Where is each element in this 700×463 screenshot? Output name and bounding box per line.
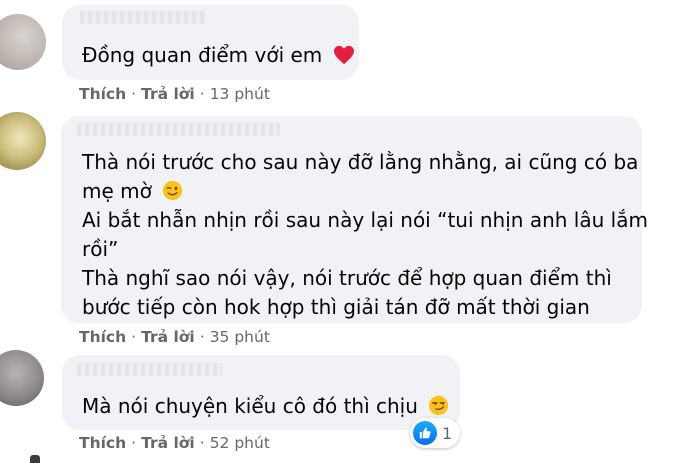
reply-link[interactable]: Trả lời: [141, 328, 195, 346]
comment-text: Đồng quan điểm với em: [82, 41, 355, 73]
next-commenter-avatar[interactable]: [30, 455, 40, 463]
comment-text-line: Ai bắt nhẫn nhịn rồi sau này lại nói “tu…: [82, 208, 648, 232]
comment-text-line: Thà nói trước cho sau này đỡ lằng nhằng,…: [82, 150, 639, 174]
like-reaction-icon: [413, 421, 437, 445]
comment-time[interactable]: 13 phút: [210, 85, 270, 103]
heart-emoji: [333, 44, 355, 73]
comment-text: Mà nói chuyện kiểu cô đó thì chịu: [82, 392, 449, 424]
comment-text-line: rồi”: [82, 237, 119, 261]
winking-face-emoji: [162, 180, 183, 209]
commenter-name-blurred[interactable]: [80, 11, 205, 24]
comment-text-line: bước tiếp còn hok hợp thì giải tán đỡ mấ…: [82, 295, 590, 319]
commenter-avatar[interactable]: [0, 14, 46, 70]
commenter-avatar[interactable]: [0, 112, 46, 170]
like-link[interactable]: Thích: [79, 328, 126, 346]
comment-time[interactable]: 52 phút: [210, 434, 270, 452]
like-link[interactable]: Thích: [79, 85, 126, 103]
reply-link[interactable]: Trả lời: [141, 434, 195, 452]
comment-text-line: mẹ mờ: [82, 177, 183, 209]
reaction-count: 1: [442, 423, 453, 443]
comment-meta: Thích · Trả lời · 13 phút: [79, 85, 270, 103]
comment-meta: Thích · Trả lời · 52 phút: [79, 434, 270, 452]
reply-link[interactable]: Trả lời: [141, 85, 195, 103]
comment-meta: Thích · Trả lời · 35 phút: [79, 328, 270, 346]
like-link[interactable]: Thích: [79, 434, 126, 452]
reaction-summary[interactable]: 1: [410, 418, 460, 448]
commenter-name-blurred[interactable]: [77, 123, 280, 136]
comment-text-line: Thà nghĩ sao nói vậy, nói trước để hợp q…: [82, 266, 612, 290]
commenter-avatar[interactable]: [0, 350, 44, 406]
comment-time[interactable]: 35 phút: [210, 328, 270, 346]
commenter-name-blurred[interactable]: [77, 363, 222, 376]
